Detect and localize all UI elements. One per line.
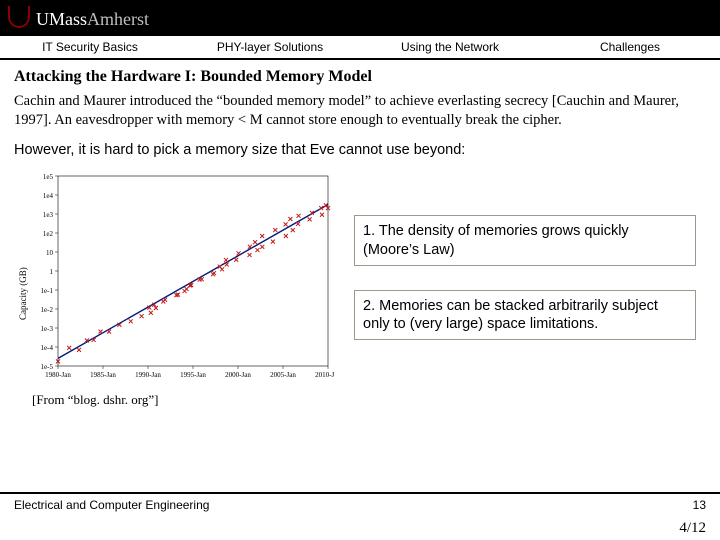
svg-text:1e2: 1e2 — [43, 230, 54, 238]
brand-main: UMass — [36, 9, 87, 30]
svg-text:1: 1 — [50, 268, 54, 276]
svg-text:1980-Jan: 1980-Jan — [45, 371, 71, 379]
callout-box-1: 1. The density of memories grows quickly… — [354, 215, 696, 265]
nav-challenges[interactable]: Challenges — [540, 36, 720, 58]
chart-and-boxes: Capacity (GB) 1e-5 1e-4 1e-3 1e-2 1e-1 1 10 1e2… — [14, 168, 706, 388]
footer-slide-number: 13 — [693, 498, 706, 512]
svg-text:2005-Jan: 2005-Jan — [270, 371, 296, 379]
svg-text:1995-Jan: 1995-Jan — [180, 371, 206, 379]
nav-bar: IT Security Basics PHY-layer Solutions U… — [0, 36, 720, 60]
nav-it-security[interactable]: IT Security Basics — [0, 36, 180, 58]
svg-text:1e-5: 1e-5 — [41, 363, 54, 371]
svg-text:1e-2: 1e-2 — [41, 306, 54, 314]
callout-column: 1. The density of memories grows quickly… — [334, 168, 696, 388]
svg-text:1e3: 1e3 — [43, 211, 54, 219]
svg-text:1e-4: 1e-4 — [41, 344, 54, 352]
svg-text:1985-Jan: 1985-Jan — [90, 371, 116, 379]
callout-box-2: 2. Memories can be stacked arbitrarily s… — [354, 290, 696, 340]
intro-paragraph: Cachin and Maurer introduced the “bounde… — [14, 92, 706, 129]
nav-using-network[interactable]: Using the Network — [360, 36, 540, 58]
lead-paragraph: However, it is hard to pick a memory siz… — [14, 141, 706, 160]
scatter-plot: 1e-5 1e-4 1e-3 1e-2 1e-1 1 10 1e2 1e3 1e4 1e5 1980-… — [14, 168, 334, 388]
svg-text:1e5: 1e5 — [43, 173, 54, 181]
svg-text:1990-Jan: 1990-Jan — [135, 371, 161, 379]
page-counter: 4/12 — [679, 520, 706, 537]
svg-text:10: 10 — [46, 249, 54, 257]
svg-text:2000-Jan: 2000-Jan — [225, 371, 251, 379]
footer-dept: Electrical and Computer Engineering — [14, 498, 209, 512]
chart-citation: [From “blog. dshr. org”] — [14, 392, 706, 408]
svg-text:1e-1: 1e-1 — [41, 287, 54, 295]
y-axis-label: Capacity (GB) — [18, 267, 28, 320]
slide-title: Attacking the Hardware I: Bounded Memory… — [14, 68, 706, 86]
chart-container: Capacity (GB) 1e-5 1e-4 1e-3 1e-2 1e-1 1 10 1e2… — [14, 168, 334, 388]
brand-sub: Amherst — [87, 9, 149, 30]
svg-text:1e4: 1e4 — [43, 192, 54, 200]
logo-icon — [8, 6, 30, 28]
content-area: Attacking the Hardware I: Bounded Memory… — [0, 60, 720, 408]
svg-text:2010-Jan: 2010-Jan — [315, 371, 334, 379]
brand-header: UMass Amherst — [0, 0, 720, 36]
footer-bar: Electrical and Computer Engineering 13 — [0, 492, 720, 516]
nav-phy-layer[interactable]: PHY-layer Solutions — [180, 36, 360, 58]
svg-text:1e-3: 1e-3 — [41, 325, 54, 333]
